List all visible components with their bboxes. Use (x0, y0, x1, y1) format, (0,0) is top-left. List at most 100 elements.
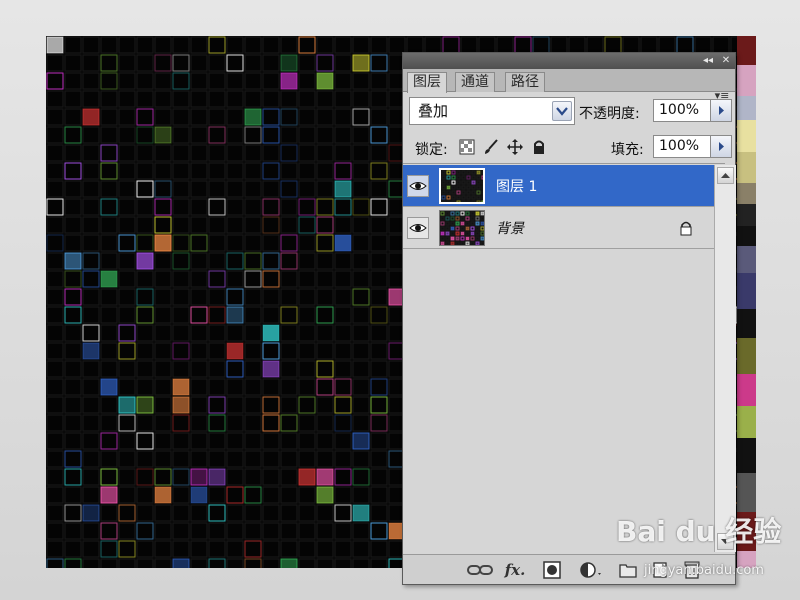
mosaic-tile (465, 231, 470, 236)
mosaic-tile (154, 396, 172, 414)
mosaic-tile (352, 162, 370, 180)
layers-scrollbar[interactable] (714, 165, 736, 552)
mosaic-tile (481, 185, 483, 190)
mosaic-tile (370, 36, 388, 54)
link-layers-icon[interactable] (467, 563, 493, 577)
mosaic-tile (226, 486, 244, 504)
opacity-field[interactable]: 100% (653, 99, 732, 122)
eye-icon[interactable] (407, 175, 429, 197)
collapse-icon[interactable]: ◂◂ (701, 54, 715, 67)
mosaic-tile (298, 486, 316, 504)
mosaic-tile (154, 468, 172, 486)
mosaic-tile (316, 540, 334, 558)
mosaic-tile (190, 54, 208, 72)
mosaic-tile (244, 360, 262, 378)
mosaic-tile (226, 432, 244, 450)
mosaic-tile (316, 450, 334, 468)
chevron-down-icon[interactable] (552, 101, 572, 121)
strip-tile (737, 204, 756, 226)
tab-paths[interactable]: 路径 (505, 72, 545, 92)
mosaic-tile (316, 198, 334, 216)
blend-mode-value: 叠加 (418, 102, 449, 120)
mosaic-tile (280, 558, 298, 568)
mosaic-tile (190, 252, 208, 270)
mosaic-tile (46, 36, 64, 54)
mosaic-tile (64, 324, 82, 342)
mosaic-tile (316, 522, 334, 540)
scroll-up-icon[interactable] (717, 167, 734, 184)
mosaic-tile (470, 236, 475, 241)
mosaic-tile (370, 342, 388, 360)
mosaic-tile (352, 216, 370, 234)
mosaic-tile (226, 54, 244, 72)
mosaic-tile (244, 162, 262, 180)
mosaic-tile (298, 54, 316, 72)
mosaic-tile (154, 432, 172, 450)
mosaic-tile (352, 342, 370, 360)
add-mask-icon[interactable] (543, 561, 561, 579)
mosaic-tile (46, 432, 64, 450)
lock-position-move-icon[interactable] (507, 139, 523, 155)
tab-layers[interactable]: 图层 (407, 72, 447, 93)
mosaic-tile (100, 522, 118, 540)
lock-image-pixels-brush-icon[interactable] (483, 139, 499, 155)
layer-row[interactable]: 图层 1 (403, 165, 714, 207)
mosaic-tile (82, 306, 100, 324)
adjustment-layer-icon[interactable] (579, 561, 603, 579)
layer-name[interactable]: 图层 1 (496, 176, 537, 196)
mosaic-tile (244, 72, 262, 90)
mosaic-tile (154, 252, 172, 270)
mosaic-tile (475, 231, 480, 236)
mosaic-tile (100, 180, 118, 198)
mosaic-tile (262, 504, 280, 522)
mosaic-tile (352, 432, 370, 450)
layer-name[interactable]: 背景 (496, 218, 524, 238)
mosaic-tile (280, 432, 298, 450)
mosaic-tile (172, 126, 190, 144)
mosaic-tile (712, 36, 730, 54)
lock-transparent-pixels-icon[interactable] (459, 139, 475, 155)
mosaic-tile (100, 504, 118, 522)
mosaic-tile (190, 432, 208, 450)
mosaic-tile (262, 342, 280, 360)
mosaic-tile (154, 486, 172, 504)
blend-mode-select[interactable]: 叠加 (409, 97, 575, 125)
new-group-folder-icon[interactable] (619, 561, 637, 579)
mosaic-tile (370, 324, 388, 342)
mosaic-tile (262, 216, 280, 234)
mosaic-tile (82, 522, 100, 540)
mosaic-tile (118, 522, 136, 540)
mosaic-tile (334, 180, 352, 198)
mosaic-tile (64, 252, 82, 270)
close-icon[interactable]: ✕ (719, 54, 733, 67)
mosaic-tile (298, 180, 316, 198)
fill-slider-arrow-icon[interactable] (710, 135, 732, 158)
mosaic-tile (172, 234, 190, 252)
mosaic-tile (82, 396, 100, 414)
mosaic-tile (676, 36, 694, 54)
opacity-slider-arrow-icon[interactable] (710, 99, 732, 122)
tab-channels[interactable]: 通道 (455, 72, 495, 92)
mosaic-tile (298, 36, 316, 54)
lock-all-icon[interactable] (531, 139, 547, 155)
layer-row[interactable]: 背景 (403, 207, 714, 249)
mosaic-tile (470, 211, 475, 216)
mosaic-tile (190, 270, 208, 288)
mosaic-tile (470, 216, 475, 221)
mosaic-tile (334, 234, 352, 252)
mosaic-tile (190, 468, 208, 486)
fill-field[interactable]: 100% (653, 135, 732, 158)
mosaic-tile (64, 216, 82, 234)
mosaic-tile (82, 414, 100, 432)
mosaic-tile (190, 198, 208, 216)
lock-label: 锁定: (415, 142, 448, 158)
eye-icon[interactable] (407, 217, 429, 239)
mosaic-tile (262, 414, 280, 432)
mosaic-tile (334, 450, 352, 468)
mosaic-tile (118, 234, 136, 252)
mosaic-tile (190, 360, 208, 378)
mosaic-tile (154, 54, 172, 72)
layer-style-fx-button[interactable]: fx. (503, 560, 527, 580)
mosaic-tile (370, 288, 388, 306)
mosaic-tile (172, 180, 190, 198)
